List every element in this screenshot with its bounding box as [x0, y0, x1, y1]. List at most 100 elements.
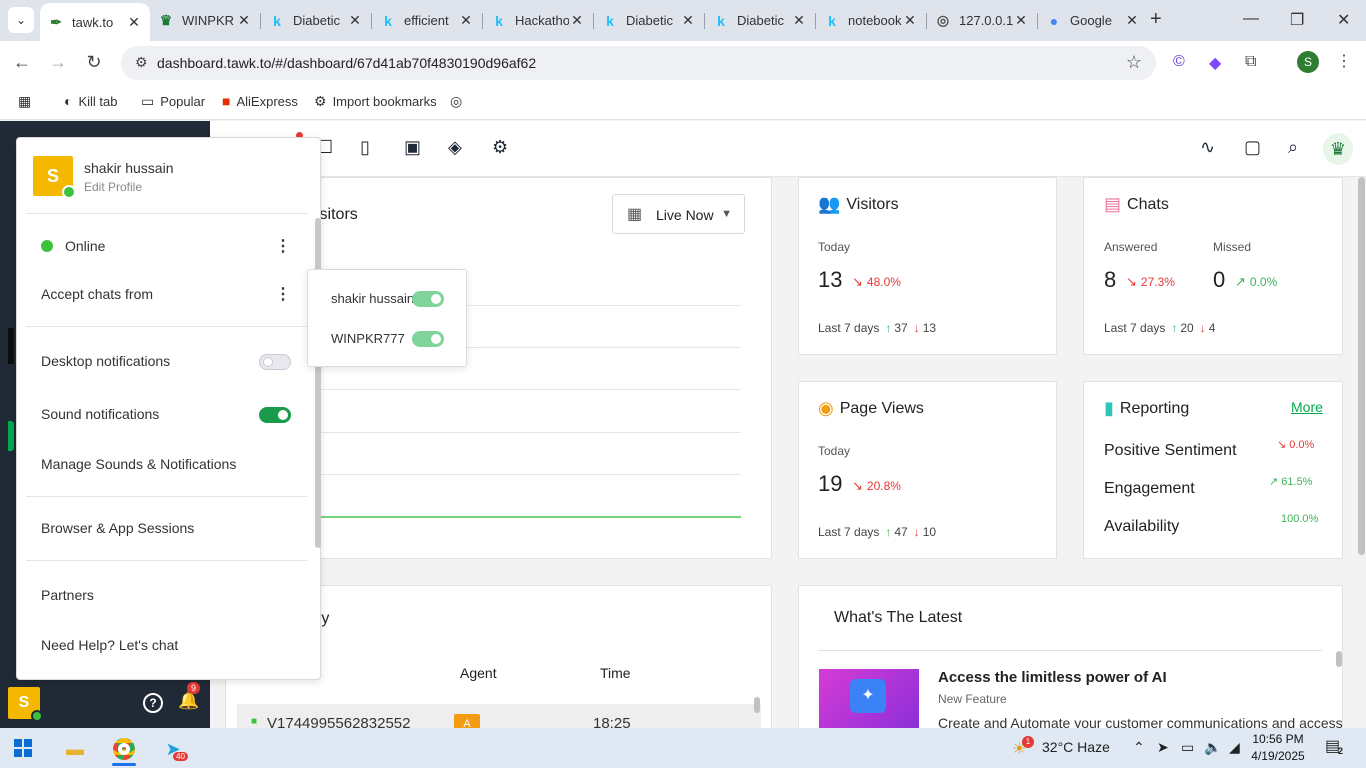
tab-search-button[interactable]: ⌄ — [8, 7, 34, 33]
tab-tawk[interactable]: ✒ tawk.to ✕ — [40, 3, 150, 41]
globe-bookmark-icon[interactable]: ◎ — [450, 93, 468, 110]
chat-bubble-icon[interactable]: ▢ — [1244, 137, 1261, 158]
trend-down-icon: ↘ — [852, 274, 863, 289]
close-window-icon[interactable]: ✕ — [1337, 10, 1350, 30]
url-text[interactable]: dashboard.tawk.to/#/dashboard/67d41ab70f… — [157, 55, 536, 71]
tab-kaggle-1[interactable]: k Diabetic ✕ — [261, 4, 371, 37]
file-explorer-icon[interactable]: ▬ — [55, 732, 95, 766]
close-tab-icon[interactable]: ✕ — [458, 12, 474, 29]
rail-profile-avatar[interactable]: S — [8, 687, 43, 722]
ticketing-icon[interactable]: ▣ — [404, 137, 421, 158]
need-help-link[interactable]: Need Help? Let's chat — [41, 637, 178, 653]
system-clock[interactable]: 10:56 PM 4/19/2025 — [1248, 731, 1308, 765]
close-tab-icon[interactable]: ✕ — [1124, 12, 1140, 29]
feature-title[interactable]: Access the limitless power of AI — [938, 669, 1167, 686]
addons-cube-icon[interactable]: ◈ — [448, 137, 462, 158]
menu-avatar[interactable]: S — [33, 156, 76, 199]
browser-menu-icon[interactable]: ⋮ — [1336, 51, 1352, 71]
accept-from-toggle[interactable] — [412, 291, 444, 307]
bookmarks-bar: ▦ ◐ Kill tab ▭ Popular ■ AliExpress ⚙ Im… — [0, 85, 1366, 120]
history-scrollbar[interactable] — [754, 697, 760, 713]
settings-gear-icon[interactable]: ⚙ — [492, 137, 508, 158]
close-tab-icon[interactable]: ✕ — [126, 14, 142, 31]
property-logo[interactable]: ♛ — [1323, 133, 1353, 165]
tab-winpkr[interactable]: ♛ WINPKR ✕ — [150, 4, 260, 37]
close-tab-icon[interactable]: ✕ — [236, 12, 252, 29]
tab-kaggle-6[interactable]: k notebook ✕ — [816, 4, 926, 37]
restore-icon[interactable]: ❐ — [1290, 10, 1304, 30]
latest-scrollbar[interactable] — [1336, 651, 1342, 667]
accept-chats-options-icon[interactable]: ⋮ — [275, 284, 291, 304]
minimize-icon[interactable]: — — [1243, 10, 1259, 28]
status-online[interactable]: Online — [65, 238, 105, 254]
chrome-icon[interactable] — [104, 732, 144, 766]
accept-chats-from[interactable]: Accept chats from — [41, 286, 153, 302]
site-info-icon[interactable]: ⚙ — [135, 54, 148, 71]
search-icon[interactable]: ⌕ — [1288, 137, 1298, 158]
pct-value: 0.0% — [1249, 275, 1278, 289]
wifi-icon[interactable]: ◢ — [1229, 739, 1240, 756]
avatar-initial: S — [18, 694, 30, 711]
close-tab-icon[interactable]: ✕ — [569, 12, 585, 29]
menu-scrollbar[interactable] — [315, 218, 321, 548]
extension-c-icon[interactable]: © — [1173, 53, 1185, 71]
address-bar[interactable]: ⚙ dashboard.tawk.to/#/dashboard/67d41ab7… — [121, 46, 1156, 80]
reload-icon[interactable]: ↻ — [83, 52, 105, 73]
edit-profile-link[interactable]: Edit Profile — [84, 180, 142, 194]
agent-avatar: A — [454, 714, 480, 728]
notification-count: 2 — [1338, 746, 1344, 756]
manage-sounds-link[interactable]: Manage Sounds & Notifications — [41, 456, 236, 472]
browser-toolbar: ← → ↻ ⚙ dashboard.tawk.to/#/dashboard/67… — [0, 41, 1366, 85]
browser-sessions-link[interactable]: Browser & App Sessions — [41, 520, 194, 536]
tab-localhost[interactable]: ◎ 127.0.0.1 ✕ — [927, 4, 1037, 37]
card-title-text: Chats — [1127, 195, 1169, 213]
close-tab-icon[interactable]: ✕ — [347, 12, 363, 29]
tab-title: efficient — [404, 13, 449, 28]
bookmark-popular[interactable]: ▭ Popular — [141, 93, 205, 110]
status-options-icon[interactable]: ⋮ — [275, 236, 291, 256]
telegram-icon[interactable]: ➤ 40 — [153, 732, 193, 766]
new-tab-button[interactable]: + — [1150, 8, 1162, 31]
partners-link[interactable]: Partners — [41, 587, 94, 603]
bookmark-star-icon[interactable]: ☆ — [1126, 52, 1142, 73]
tab-kaggle-5[interactable]: k Diabetic ✕ — [705, 4, 815, 37]
knowledge-base-icon[interactable]: ▯ — [360, 137, 370, 158]
table-row[interactable]: ■ V1744995562832552 A 18:25 — [237, 704, 761, 728]
close-tab-icon[interactable]: ✕ — [902, 12, 918, 29]
bookmark-kill-tab[interactable]: ◐ Kill tab — [64, 93, 118, 109]
extensions-puzzle-icon[interactable]: ⧉ — [1245, 53, 1256, 71]
battery-icon[interactable]: ▭ — [1181, 739, 1194, 756]
close-tab-icon[interactable]: ✕ — [1013, 12, 1029, 29]
tab-kaggle-4[interactable]: k Diabetic ✕ — [594, 4, 704, 37]
sound-notifications-toggle[interactable] — [259, 407, 291, 423]
close-tab-icon[interactable]: ✕ — [791, 12, 807, 29]
last7-down-value: 4 — [1208, 321, 1216, 335]
bell-icon[interactable]: 🔔 9 — [178, 682, 201, 711]
today-label: Today — [818, 444, 851, 458]
weather-text[interactable]: 32°C Haze — [1042, 739, 1110, 755]
aliexpress-icon: ■ — [222, 93, 231, 109]
chevron-up-icon[interactable]: ⌃ — [1133, 739, 1145, 756]
accept-from-toggle[interactable] — [412, 331, 444, 347]
feature-thumbnail[interactable]: ✦ — [819, 669, 919, 728]
bookmark-aliexpress[interactable]: ■ AliExpress — [222, 93, 298, 109]
range-dropdown[interactable]: ▦ Live Now ▼ — [612, 194, 745, 234]
extension-flame-icon[interactable]: ◆ — [1209, 53, 1221, 73]
back-arrow-icon[interactable]: ← — [11, 52, 33, 73]
tab-kaggle-3[interactable]: k Hackathon ✕ — [483, 4, 593, 37]
apps-grid-icon[interactable]: ▦ — [18, 93, 37, 110]
windows-start-icon[interactable] — [14, 739, 32, 757]
help-icon[interactable]: ? — [143, 693, 163, 713]
tab-kaggle-2[interactable]: k efficient ✕ — [372, 4, 482, 37]
activity-pulse-icon[interactable]: ∿ — [1200, 137, 1215, 158]
close-tab-icon[interactable]: ✕ — [680, 12, 696, 29]
browser-profile-avatar[interactable]: S — [1297, 51, 1319, 73]
volume-icon[interactable]: 🔈 — [1204, 739, 1221, 756]
desktop-notifications-toggle[interactable] — [259, 354, 291, 370]
page-scrollbar[interactable] — [1358, 177, 1365, 555]
reporting-more-link[interactable]: More — [1291, 399, 1323, 415]
tab-google[interactable]: ● Google ✕ — [1038, 4, 1148, 37]
telegram-tray-icon[interactable]: ➤ — [1157, 739, 1169, 756]
forward-arrow-icon[interactable]: → — [47, 52, 69, 73]
bookmark-import[interactable]: ⚙ Import bookmarks — [314, 93, 437, 110]
